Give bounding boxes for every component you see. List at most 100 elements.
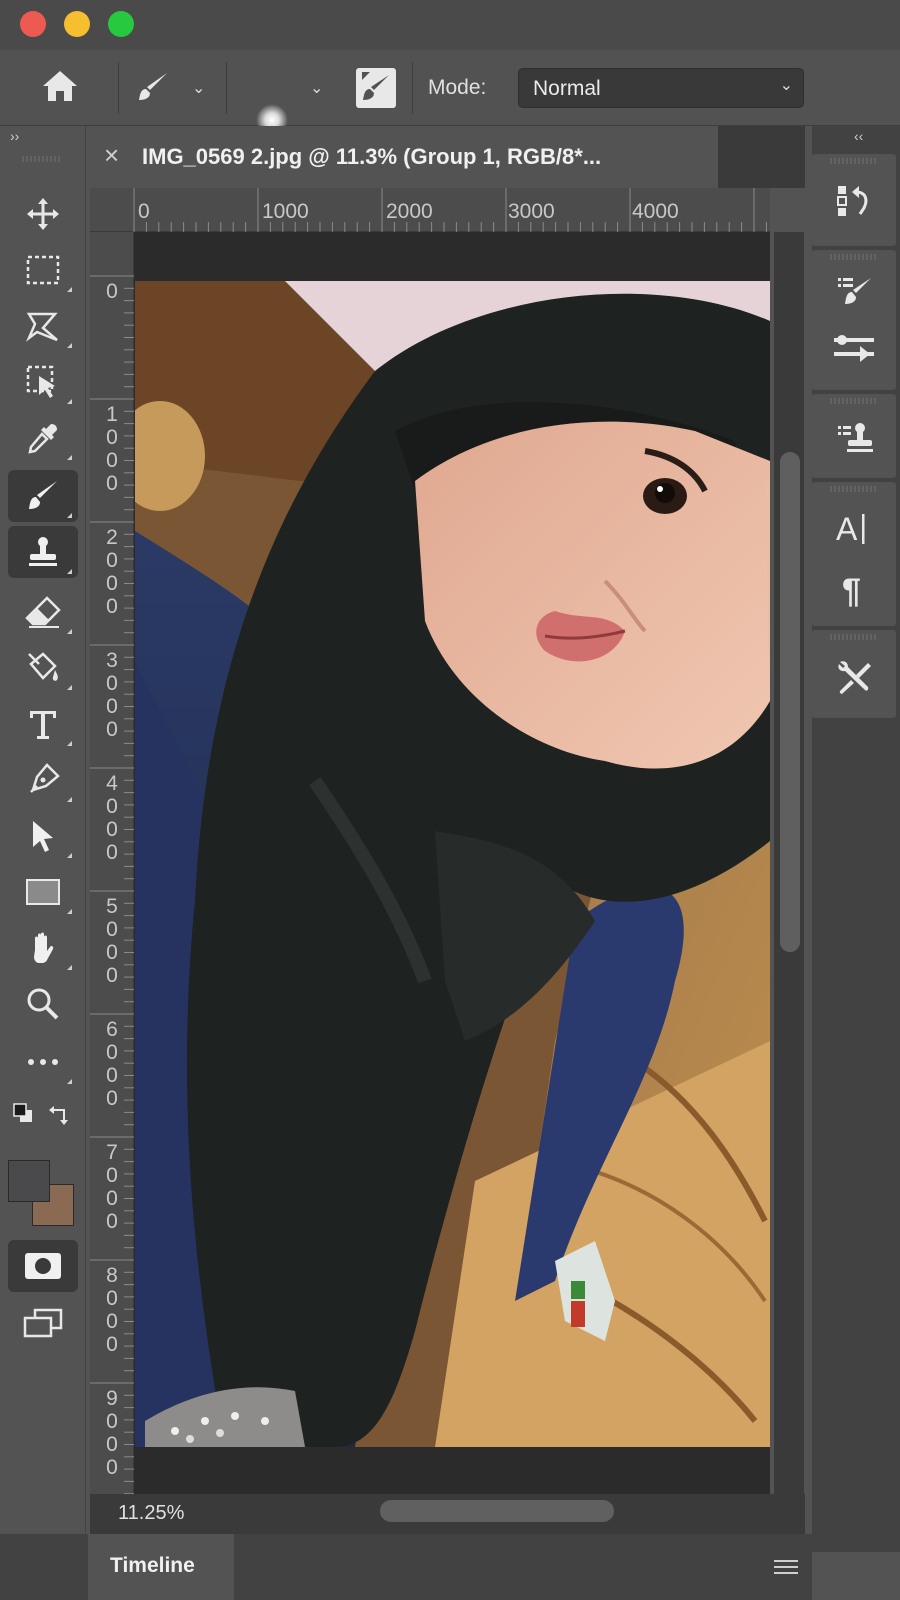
ruler-label: 6 0 0 0 [106,1018,118,1110]
timeline-tab[interactable]: Timeline [88,1534,234,1600]
object-select-tool[interactable] [8,356,78,408]
toolbar-grip[interactable] [22,156,62,162]
portrait-photo [135,281,770,1447]
brush-icon [29,481,57,509]
document-image[interactable] [135,281,770,1447]
clone-source-icon [838,423,873,452]
collapse-panels-button[interactable]: ‹‹ [854,128,863,144]
lasso-tool[interactable] [8,300,78,352]
collapse-toolbar-button[interactable]: ›› [10,128,19,144]
eyedropper-tool[interactable] [8,412,78,464]
hand-icon [34,932,54,963]
document-tab-bar: × IMG_0569 2.jpg @ 11.3% (Group 1, RGB/8… [90,126,805,188]
marquee-tool[interactable] [8,244,78,296]
paragraph-icon: ¶ [842,572,861,608]
panel-grip[interactable] [830,486,878,492]
object-select-icon [26,365,55,398]
clone-source-panel-button[interactable] [812,410,896,470]
ruler-label: 2 0 0 0 [106,526,118,618]
panel-grip[interactable] [830,254,878,260]
eraser-icon [25,596,61,628]
minimize-window-button[interactable] [64,11,90,37]
quick-mask-icon [25,1253,61,1279]
mode-select[interactable]: Normal ⌄ [518,68,804,108]
type-tool[interactable] [8,698,78,750]
ruler-label: 9 0 0 0 [106,1387,118,1479]
clone-stamp-tool[interactable] [8,526,78,578]
ruler-label: 3 0 0 0 [106,649,118,741]
ruler-label: 1 0 0 0 [106,403,118,495]
history-panel-button[interactable] [812,172,896,232]
ruler-label: 4000 [632,200,679,223]
paint-bucket-icon [28,652,58,681]
close-window-button[interactable] [20,11,46,37]
rectangle-tool[interactable] [8,866,78,918]
panel-grip[interactable] [830,398,878,404]
chevron-down-icon[interactable]: ⌄ [310,78,323,98]
history-icon [837,186,868,216]
tools-panel: ›› [0,126,86,1552]
menu-icon [774,1560,798,1574]
adjustments-panel-button[interactable] [812,318,896,378]
home-button[interactable] [40,68,80,109]
marquee-icon [26,255,60,285]
move-icon [27,198,59,230]
close-tab-button[interactable]: × [104,140,119,171]
brush-settings-icon [838,278,871,304]
chevron-down-icon: ⌄ [779,77,793,94]
default-colors-button[interactable] [12,1102,34,1129]
tool-presets-panel-button[interactable] [812,648,896,708]
panel-grip[interactable] [830,158,878,164]
svg-text:¶: ¶ [842,572,861,608]
paragraph-panel-button[interactable]: ¶ [812,558,896,618]
pen-tool[interactable] [8,754,78,806]
options-bar: ⌄ 1791 ⌄ Mode: Normal ⌄ [0,50,900,164]
tools-icon [838,661,871,694]
svg-text:A: A [836,511,858,547]
type-icon [30,711,56,739]
more-tools-icon [28,1059,58,1065]
adjustments-icon [834,335,874,362]
mode-label: Mode: [428,76,487,99]
document-tab[interactable]: × IMG_0569 2.jpg @ 11.3% (Group 1, RGB/8… [90,126,718,188]
brush-tool[interactable] [8,470,78,522]
brush-settings-panel-button[interactable] [812,262,896,322]
character-icon: A [836,511,865,547]
ruler-label: 7 0 0 0 [106,1141,118,1233]
path-select-tool[interactable] [8,810,78,862]
zoom-window-button[interactable] [108,11,134,37]
zoom-icon [27,988,59,1020]
eyedropper-icon [28,424,57,454]
ruler-label: 8 0 0 0 [106,1264,118,1356]
timeline-panel: Timeline [0,1534,812,1600]
brush-panel-icon [362,72,389,100]
paint-bucket-tool[interactable] [8,642,78,694]
screen-mode-button[interactable] [8,1298,78,1350]
brush-settings-toggle[interactable] [356,68,396,108]
swap-colors-button[interactable] [48,1102,72,1131]
mode-value: Normal [533,77,601,100]
pen-icon [30,763,60,793]
eraser-tool[interactable] [8,586,78,638]
vertical-ruler: 0 1 0 0 0 2 0 0 0 3 0 0 0 4 0 0 0 5 0 0 0 6 0 … [90,232,134,1494]
horizontal-ruler: 0 1000 2000 3000 4000 [90,188,770,232]
right-panel-dock: ‹‹ A ¶ [812,126,900,1552]
ruler-label: 0 [138,200,150,223]
character-panel-button[interactable]: A [812,498,896,558]
chevron-down-icon[interactable]: ⌄ [192,78,205,98]
more-tools-button[interactable] [8,1036,78,1088]
hand-tool[interactable] [8,922,78,974]
quick-mask-button[interactable] [8,1240,78,1292]
zoom-tool[interactable] [8,978,78,1030]
zoom-level[interactable]: 11.25% [118,1502,184,1525]
panel-grip[interactable] [830,634,878,640]
foreground-color-swatch[interactable] [8,1160,50,1202]
vertical-scroll-thumb[interactable] [780,452,800,952]
home-icon [43,71,77,101]
move-tool[interactable] [8,188,78,240]
horizontal-scroll-thumb[interactable] [380,1500,614,1522]
brush-preset-button[interactable] [136,70,170,109]
panel-menu-button[interactable] [774,1558,798,1581]
ruler-label: 3000 [508,200,555,223]
ruler-label: 4 0 0 0 [106,772,118,864]
